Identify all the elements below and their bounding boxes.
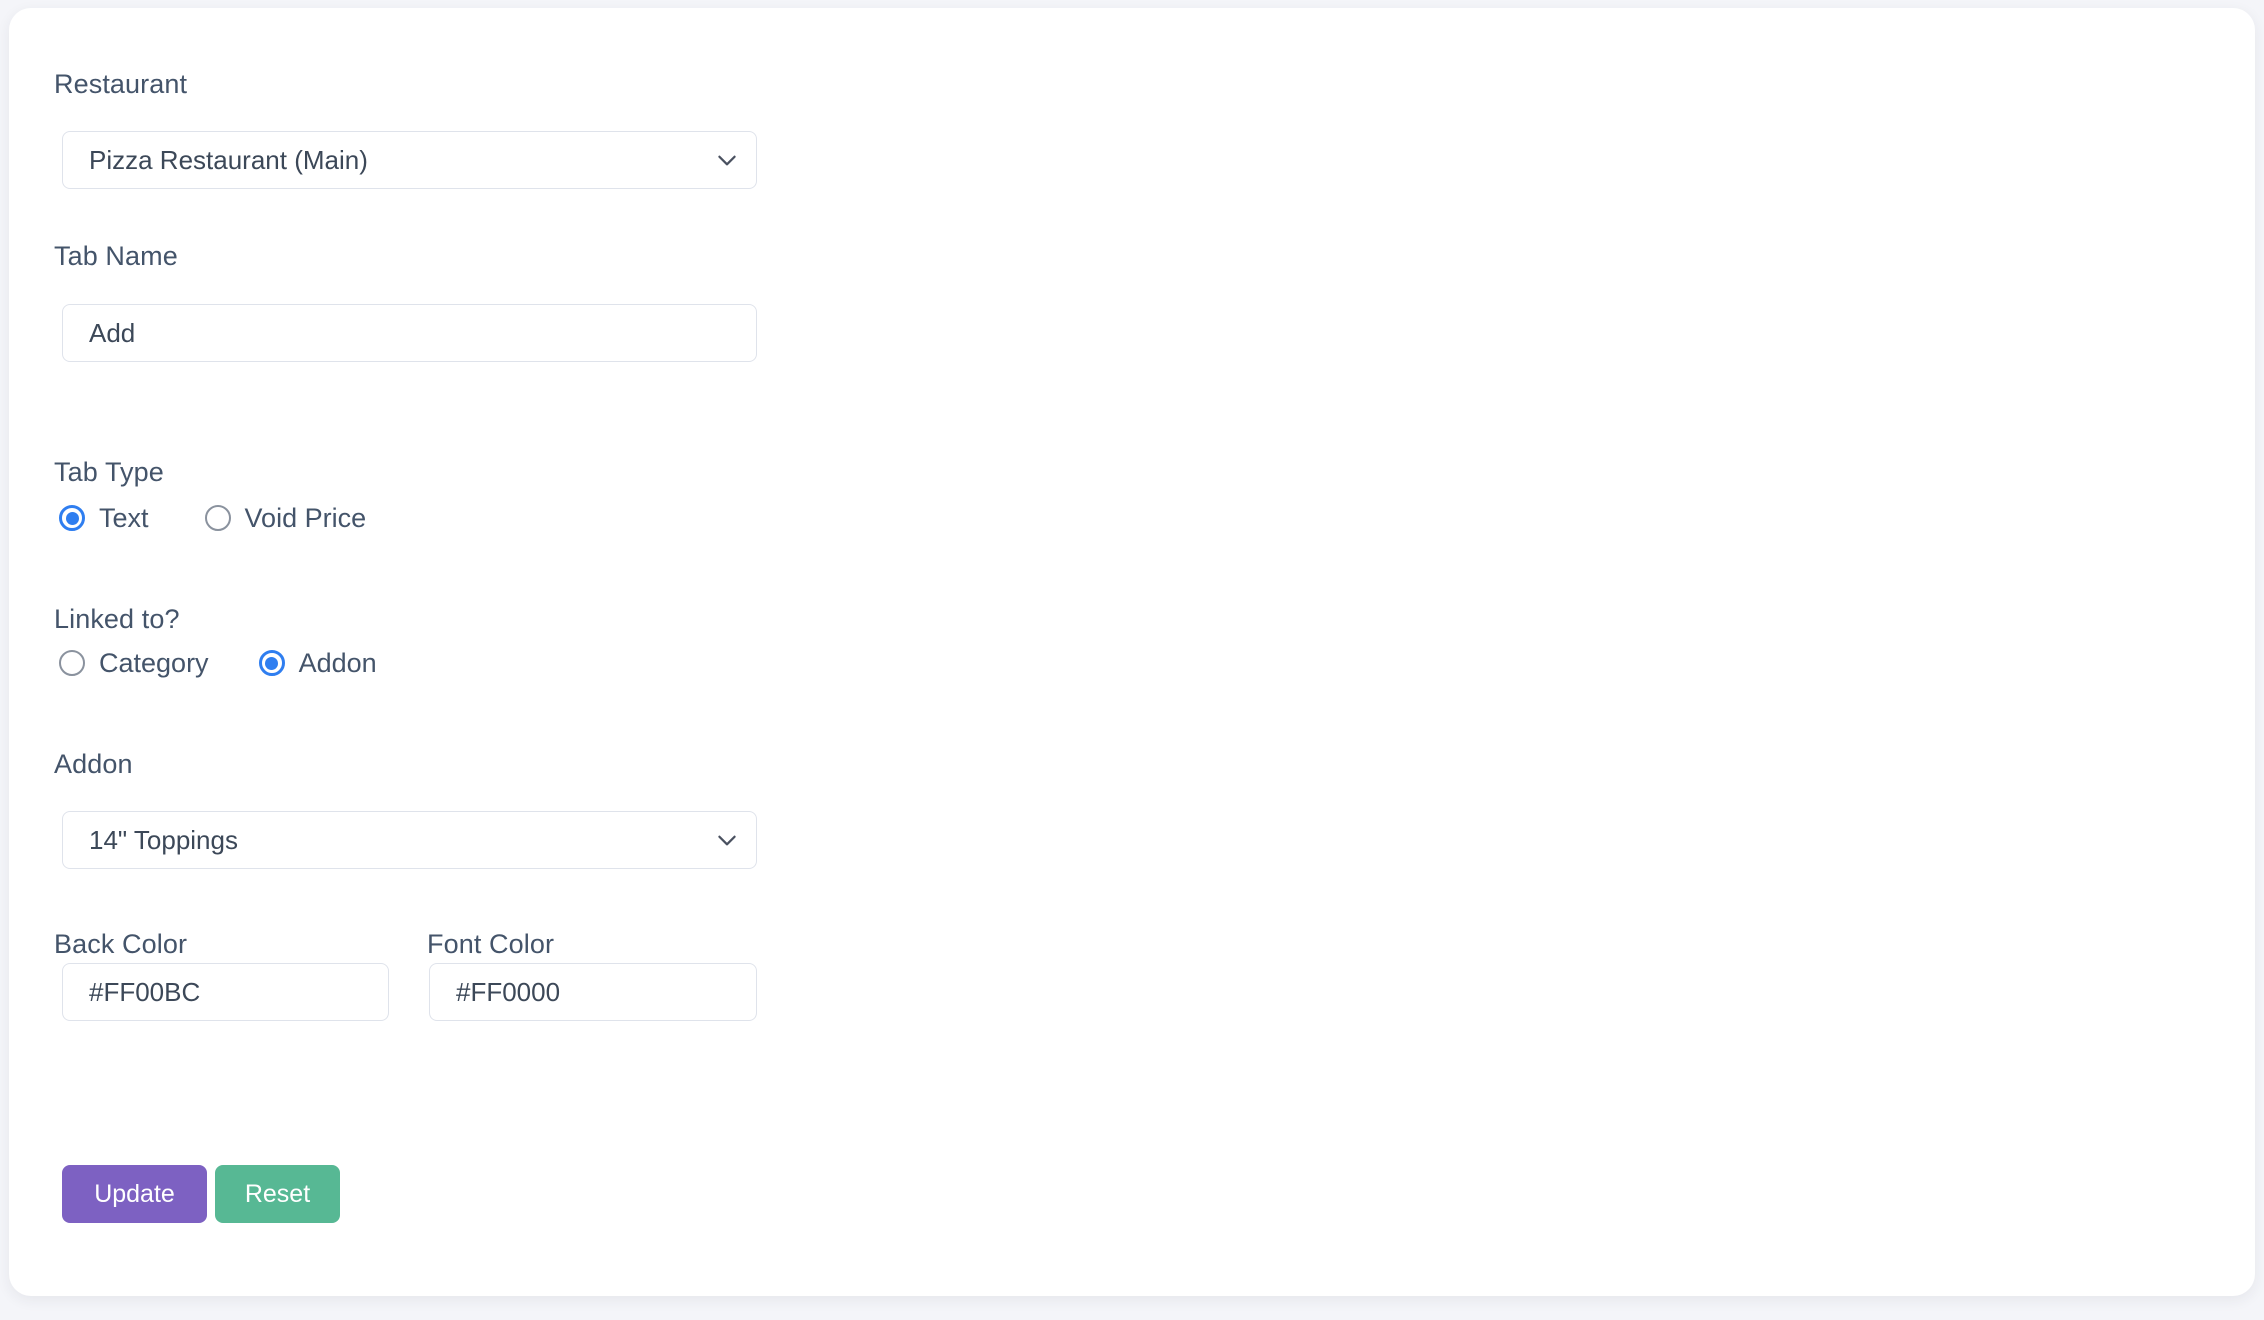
- linked-to-label: Linked to?: [54, 604, 180, 634]
- addon-label: Addon: [54, 749, 133, 779]
- radio-selected-icon[interactable]: [258, 650, 285, 676]
- back-color-input[interactable]: #FF00BC: [62, 963, 389, 1021]
- linked-to-option-category[interactable]: Category: [59, 648, 209, 678]
- form-card: Restaurant Pizza Restaurant (Main) Tab N…: [9, 8, 2255, 1296]
- tab-type-option-void-price-label: Void Price: [244, 503, 367, 533]
- addon-select[interactable]: 14" Toppings: [62, 811, 757, 869]
- font-color-value: #FF0000: [456, 977, 561, 1007]
- font-color-label: Font Color: [427, 929, 555, 959]
- back-color-value: #FF00BC: [89, 977, 201, 1007]
- tab-name-value: Add: [89, 318, 136, 348]
- chevron-down-icon: [714, 827, 740, 853]
- radio-unselected-icon[interactable]: [204, 505, 231, 531]
- tab-type-option-void-price[interactable]: Void Price: [204, 503, 367, 533]
- app-root: Restaurant Pizza Restaurant (Main) Tab N…: [0, 0, 2264, 1320]
- reset-button[interactable]: Reset: [215, 1165, 340, 1223]
- tab-name-input[interactable]: Add: [62, 304, 757, 362]
- font-color-input[interactable]: #FF0000: [429, 963, 757, 1021]
- radio-selected-icon[interactable]: [59, 505, 85, 531]
- linked-to-option-addon[interactable]: Addon: [258, 648, 377, 678]
- radio-unselected-icon[interactable]: [59, 650, 85, 676]
- restaurant-selected-value: Pizza Restaurant (Main): [89, 145, 368, 175]
- chevron-down-icon: [714, 147, 740, 173]
- restaurant-label: Restaurant: [54, 69, 188, 99]
- tab-name-label: Tab Name: [54, 241, 178, 271]
- linked-to-radio-group: Category Addon: [59, 648, 377, 678]
- tab-type-option-text-label: Text: [99, 503, 149, 533]
- addon-selected-value: 14" Toppings: [89, 825, 238, 855]
- linked-to-option-addon-label: Addon: [298, 648, 377, 678]
- back-color-label: Back Color: [54, 929, 188, 959]
- tab-type-label: Tab Type: [54, 457, 164, 487]
- linked-to-option-category-label: Category: [99, 648, 209, 678]
- update-button[interactable]: Update: [62, 1165, 207, 1223]
- tab-settings-form: Restaurant Pizza Restaurant (Main) Tab N…: [9, 8, 2255, 1296]
- restaurant-select[interactable]: Pizza Restaurant (Main): [62, 131, 757, 189]
- tab-type-option-text[interactable]: Text: [59, 503, 149, 533]
- tab-type-radio-group: Text Void Price: [59, 503, 366, 533]
